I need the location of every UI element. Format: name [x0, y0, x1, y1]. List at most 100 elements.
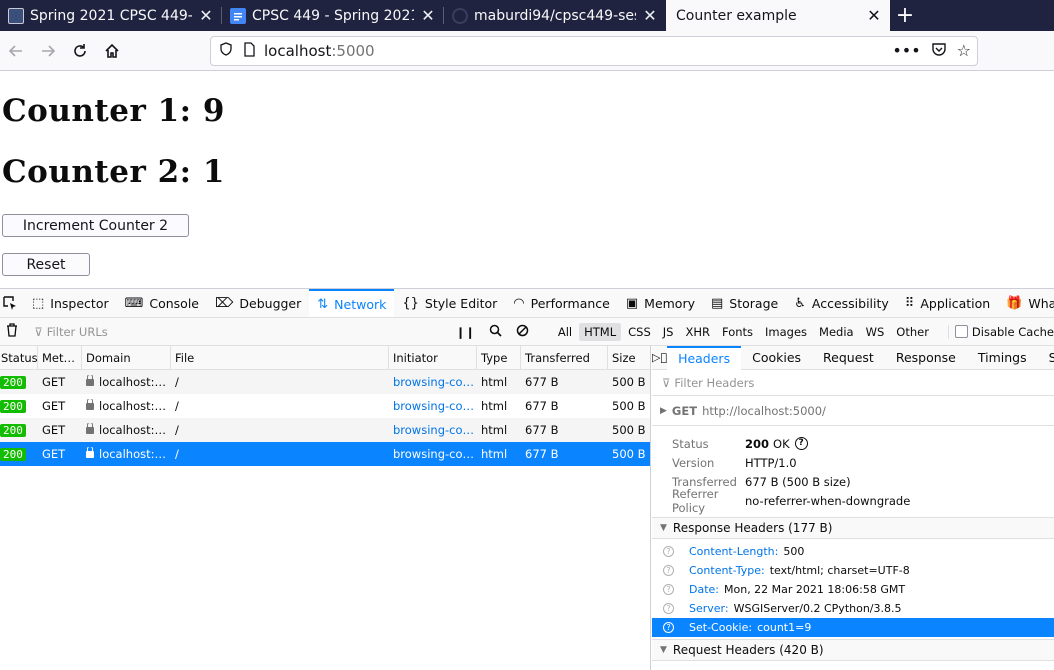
devtools-tab-style-editor[interactable]: {} Style Editor: [394, 289, 505, 317]
devtools-tab-debugger[interactable]: ⌦ Debugger: [207, 289, 309, 317]
details-tab-timings[interactable]: Timings: [967, 346, 1038, 370]
request-table: Status Met… Domain File Initiator Type T…: [0, 345, 651, 670]
devtools-tab-accessibility[interactable]: ♿ Accessibility: [786, 289, 897, 317]
close-icon[interactable]: ✕: [198, 6, 214, 25]
type-filter-other[interactable]: Other: [891, 323, 934, 341]
forward-icon[interactable]: [32, 35, 64, 67]
help-question-icon[interactable]: ?: [794, 437, 808, 450]
type-filter-xhr[interactable]: XHR: [680, 323, 715, 341]
response-headers-section[interactable]: ▼ Response Headers (177 B): [652, 517, 1054, 539]
help-question-icon[interactable]: ?: [663, 603, 674, 614]
details-tab-headers[interactable]: Headers: [667, 346, 742, 370]
disable-cache-label: Disable Cache: [971, 324, 1054, 339]
column-header-file[interactable]: File: [171, 345, 389, 370]
details-tab-response[interactable]: Response: [885, 346, 967, 370]
network-arrows-icon: ⇅: [317, 296, 329, 312]
details-tab-request[interactable]: Request: [812, 346, 885, 370]
browser-tab[interactable]: Spring 2021 CPSC 449-01 ✕: [0, 0, 222, 31]
type-filter-css[interactable]: CSS: [623, 323, 656, 341]
summary-method: GET: [671, 403, 698, 418]
response-header-row[interactable]: ? Date: Mon, 22 Mar 2021 18:06:58 GMT: [652, 580, 1054, 599]
browser-tab[interactable]: maburdi94/cpsc449-sess ✕: [444, 0, 666, 31]
table-row[interactable]: 200 GET localhost:… / browsing-co… html …: [0, 418, 650, 442]
devtools-tab-console[interactable]: ⌨ Console: [117, 289, 207, 317]
request-file: /: [175, 423, 179, 437]
more-actions-icon[interactable]: •••: [892, 41, 920, 61]
type-filter-fonts[interactable]: Fonts: [717, 323, 758, 341]
block-icon[interactable]: [516, 324, 529, 340]
pocket-icon[interactable]: [931, 41, 947, 61]
devtools-tab-inspector[interactable]: ⬚ Inspector: [24, 289, 117, 317]
devtools-toolbar: ⬚ Inspector ⌨ Console ⌦ Debugger ⇅ Network {…: [0, 288, 1054, 318]
devtools-tab-performance[interactable]: ◠ Performance: [505, 289, 618, 317]
devtools-tab-memory[interactable]: ▣ Memory: [618, 289, 703, 317]
response-header-row[interactable]: ? Server: WSGIServer/0.2 CPython/3.8.5: [652, 599, 1054, 618]
devtools-tab-whats-new[interactable]: 🎁 What's New: [998, 289, 1054, 317]
close-icon[interactable]: ✕: [642, 6, 658, 25]
column-header-type[interactable]: Type: [477, 345, 521, 370]
type-filter-js[interactable]: JS: [658, 323, 679, 341]
help-question-icon[interactable]: ?: [663, 584, 674, 595]
filter-urls-input[interactable]: ⊽ Filter URLs: [34, 325, 441, 339]
storage-icon: ▤: [711, 295, 724, 311]
details-tab-stack[interactable]: Stack: [1038, 346, 1054, 370]
request-initiator[interactable]: browsing-co…: [389, 447, 477, 461]
status-badge: 200: [0, 424, 26, 437]
back-icon[interactable]: [0, 35, 32, 67]
help-question-icon[interactable]: ?: [663, 622, 674, 633]
close-icon[interactable]: ✕: [866, 6, 882, 25]
type-filter-ws[interactable]: WS: [861, 323, 890, 341]
request-initiator[interactable]: browsing-co…: [389, 375, 477, 389]
column-header-status[interactable]: Status: [0, 345, 38, 370]
search-icon[interactable]: [489, 324, 502, 340]
type-filter-html[interactable]: HTML: [579, 322, 622, 341]
reset-button[interactable]: Reset: [2, 253, 90, 276]
browser-tab-active[interactable]: Counter example ✕: [666, 0, 890, 31]
shield-icon[interactable]: [219, 42, 233, 60]
summary-url: http://localhost:5000/: [702, 403, 826, 418]
details-tab-cookies[interactable]: Cookies: [741, 346, 812, 370]
type-filter-media[interactable]: Media: [814, 323, 859, 341]
disable-cache-toggle[interactable]: Disable Cache: [947, 324, 1054, 339]
url-bar[interactable]: localhost:5000 ••• ☆: [210, 36, 978, 66]
devtools-tab-label: Inspector: [50, 295, 109, 311]
devtools-tab-network[interactable]: ⇅ Network: [309, 289, 395, 317]
table-row[interactable]: 200 GET localhost:… / browsing-co… html …: [0, 370, 650, 394]
request-initiator[interactable]: browsing-co…: [389, 399, 477, 413]
browser-tab[interactable]: CPSC 449 - Spring 2021 - ✕: [222, 0, 444, 31]
trash-icon[interactable]: [2, 322, 22, 341]
reload-icon[interactable]: [64, 35, 96, 67]
table-row[interactable]: 200 GET localhost:… / browsing-co… html …: [0, 394, 650, 418]
toggle-sidebar-icon[interactable]: ▷⃞: [652, 351, 667, 364]
element-picker-icon[interactable]: [0, 289, 24, 317]
type-filter-all[interactable]: All: [553, 323, 577, 341]
bookmark-star-icon[interactable]: ☆: [957, 41, 971, 61]
column-header-method[interactable]: Met…: [38, 345, 82, 370]
home-icon[interactable]: [96, 35, 128, 67]
page-info-icon[interactable]: [243, 41, 256, 61]
column-header-transferred[interactable]: Transferred: [521, 345, 608, 370]
increment-counter-2-button[interactable]: Increment Counter 2: [2, 214, 189, 237]
column-header-domain[interactable]: Domain: [82, 345, 171, 370]
filter-headers-input[interactable]: ⊽ Filter Headers: [652, 370, 1054, 396]
response-header-row[interactable]: ? Content-Type: text/html; charset=UTF-8: [652, 561, 1054, 580]
request-headers-section[interactable]: ▼ Request Headers (420 B): [652, 639, 1054, 661]
devtools-tab-storage[interactable]: ▤ Storage: [703, 289, 786, 317]
help-question-icon[interactable]: ?: [663, 565, 674, 576]
pause-icon[interactable]: ❙❙: [456, 325, 475, 339]
request-initiator[interactable]: browsing-co…: [389, 423, 477, 437]
response-header-row-selected[interactable]: ? Set-Cookie: count1=9: [652, 618, 1054, 637]
table-row-selected[interactable]: 200 GET localhost:… / browsing-co… html …: [0, 442, 650, 466]
google-docs-icon: [230, 7, 246, 24]
new-tab-icon[interactable]: +: [890, 0, 920, 31]
request-summary[interactable]: ▶ GET http://localhost:5000/: [652, 396, 1054, 426]
disable-cache-checkbox[interactable]: [954, 324, 968, 338]
type-filter-images[interactable]: Images: [760, 323, 812, 341]
close-icon[interactable]: ✕: [420, 6, 436, 25]
devtools-tab-application[interactable]: ⠿ Application: [897, 289, 998, 317]
version-label: Version: [672, 455, 715, 470]
column-header-size[interactable]: Size: [608, 346, 650, 370]
column-header-initiator[interactable]: Initiator: [389, 345, 477, 370]
response-header-row[interactable]: ? Content-Length: 500: [652, 542, 1054, 561]
help-question-icon[interactable]: ?: [663, 546, 674, 557]
